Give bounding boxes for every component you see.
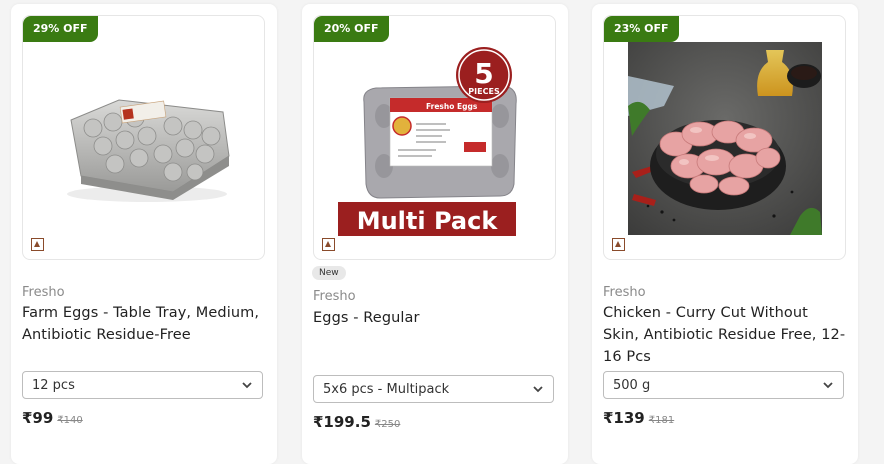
mrp-price: ₹181	[648, 415, 675, 426]
product-image-frame[interactable]: 29% OFF	[22, 15, 265, 260]
discount-badge: 20% OFF	[314, 16, 389, 42]
food-type-icon	[322, 238, 335, 251]
selling-price: ₹99	[22, 409, 54, 427]
price-row: ₹139 ₹181	[603, 409, 674, 427]
product-card[interactable]: 23% OFF Fresho Chicken - Curry Cut Witho…	[592, 4, 858, 464]
new-tag: New	[312, 266, 346, 280]
pieces-word: PIECES	[468, 87, 500, 96]
product-card[interactable]: 20% OFF Fresho Eggs 5 PIECES Multi Pack	[302, 4, 568, 464]
egg-multipack-image: Fresho Eggs 5 PIECES Multi Pack	[338, 47, 517, 236]
product-brand: Fresho	[22, 285, 65, 300]
mrp-price: ₹140	[57, 415, 83, 426]
chicken-bowl-image	[628, 42, 822, 235]
pack-size-dropdown[interactable]: 500 g	[603, 371, 844, 399]
selling-price: ₹199.5	[313, 413, 371, 431]
product-brand: Fresho	[603, 285, 646, 300]
discount-badge: 29% OFF	[23, 16, 98, 42]
food-type-icon	[612, 238, 625, 251]
selling-price: ₹139	[603, 409, 645, 427]
product-brand: Fresho	[313, 289, 356, 304]
pack-size-dropdown[interactable]: 12 pcs	[22, 371, 263, 399]
chevron-down-icon	[823, 382, 833, 389]
product-title[interactable]: Chicken - Curry Cut Without Skin, Antibi…	[603, 302, 848, 368]
pack-size-dropdown[interactable]: 5x6 pcs - Multipack	[313, 375, 554, 403]
chevron-down-icon	[242, 382, 252, 389]
pack-size-value: 12 pcs	[32, 378, 75, 393]
chevron-down-icon	[533, 386, 543, 393]
mrp-price: ₹250	[374, 419, 401, 430]
pack-size-value: 500 g	[613, 378, 651, 393]
price-row: ₹99 ₹140	[22, 409, 83, 427]
discount-badge: 23% OFF	[604, 16, 679, 42]
food-type-icon	[31, 238, 44, 251]
pack-label-text: Fresho Eggs	[426, 102, 478, 111]
price-row: ₹199.5 ₹250	[313, 413, 400, 431]
multipack-banner-text: Multi Pack	[357, 207, 499, 235]
pack-size-value: 5x6 pcs - Multipack	[323, 382, 450, 397]
egg-tray-image	[67, 99, 230, 202]
product-card[interactable]: 29% OFF Fresho Farm Eggs - Table Tray, M…	[11, 4, 277, 464]
product-title[interactable]: Farm Eggs - Table Tray, Medium, Antibiot…	[22, 302, 267, 346]
product-image-frame[interactable]: 20% OFF Fresho Eggs 5 PIECES Multi Pack	[313, 15, 556, 260]
product-image-frame[interactable]: 23% OFF	[603, 15, 846, 260]
pieces-number: 5	[474, 57, 493, 90]
product-title[interactable]: Eggs - Regular	[313, 307, 558, 329]
